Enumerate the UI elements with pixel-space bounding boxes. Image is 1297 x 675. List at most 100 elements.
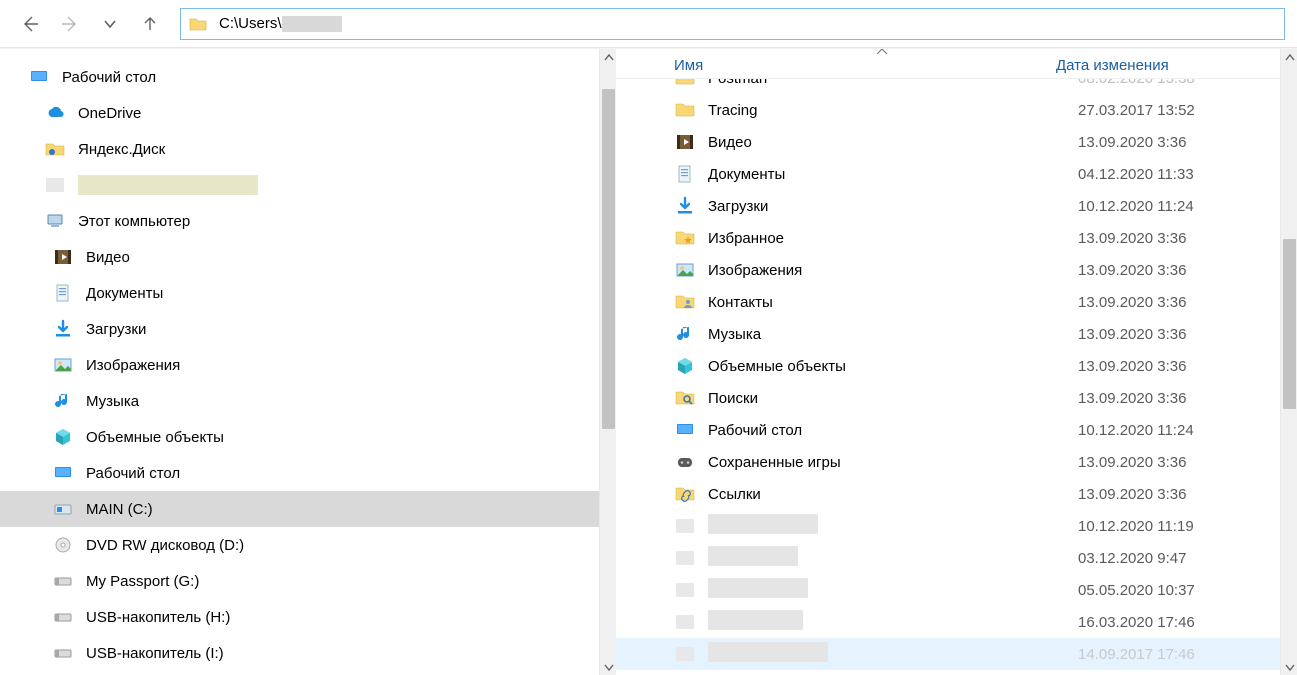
tree-item[interactable]: DVD RW дисковод (D:) [0,527,616,563]
file-name: Объемные объекты [708,358,1078,375]
column-date-label: Дата изменения [1056,57,1169,74]
scrollbar-thumb[interactable] [1283,239,1296,409]
file-row[interactable]: Видео13.09.2020 3:36 [616,126,1297,158]
tree-item[interactable]: Музыка [0,383,616,419]
file-name: Избранное [708,230,1078,247]
nav-scrollbar[interactable] [599,49,616,675]
navigation-pane: Рабочий стол OneDriveЯндекс.Диск Этот комп… [0,49,616,675]
file-row[interactable]: Поиски13.09.2020 3:36 [616,382,1297,414]
file-row[interactable]: Ссылки13.09.2020 3:36 [616,478,1297,510]
file-row[interactable]: Музыка13.09.2020 3:36 [616,318,1297,350]
file-date: 13.09.2020 3:36 [1078,454,1297,471]
onedrive-icon [44,102,66,124]
dvd-icon [52,534,74,556]
file-row[interactable]: Сохраненные игры13.09.2020 3:36 [616,446,1297,478]
list-scrollbar[interactable] [1280,49,1297,675]
tree-item-label: Рабочий стол [62,69,156,86]
file-name: Сохраненные игры [708,454,1078,471]
tree-item[interactable]: Загрузки [0,311,616,347]
tree-item-label: MAIN (C:) [86,501,153,518]
file-date: 14.09.2017 17:46 [1078,646,1297,663]
music-icon [674,323,696,345]
file-row[interactable]: Tracing27.03.2017 13:52 [616,94,1297,126]
redacted-text [708,514,818,534]
tree-item[interactable]: Документы [0,275,616,311]
tree-item-label: USB-накопитель (I:) [86,645,224,662]
contacts-icon [674,291,696,313]
file-row[interactable]: 16.03.2020 17:46 [616,606,1297,638]
file-row[interactable]: 10.12.2020 11:19 [616,510,1297,542]
links-icon [674,483,696,505]
file-name: Документы [708,166,1078,183]
column-header-date[interactable]: Дата изменения [1056,57,1297,74]
scroll-down-button[interactable] [1281,658,1297,675]
column-headers: Имя Дата изменения [616,49,1297,79]
file-date: 10.12.2020 11:24 [1078,422,1297,439]
nav-history-dropdown[interactable] [92,6,128,42]
folder-icon [189,15,207,33]
nav-back-button[interactable] [12,6,48,42]
file-row[interactable]: 05.05.2020 10:37 [616,574,1297,606]
file-name [708,546,1078,570]
file-name: Поиски [708,390,1078,407]
scroll-up-button[interactable] [1281,49,1297,66]
file-row[interactable]: Загрузки10.12.2020 11:24 [616,190,1297,222]
file-row[interactable]: Postman08.02.2020 13:38 [616,79,1297,94]
file-row[interactable]: 03.12.2020 9:47 [616,542,1297,574]
redacted-text [708,578,808,598]
nav-forward-button[interactable] [52,6,88,42]
objects3d-icon [52,426,74,448]
redacted-text [282,16,342,32]
file-date: 16.03.2020 17:46 [1078,614,1297,631]
tree-item[interactable]: Этот компьютер [0,203,616,239]
file-row[interactable]: Контакты13.09.2020 3:36 [616,286,1297,318]
address-bar[interactable]: C:\Users\ [180,8,1285,40]
tree-item[interactable]: Изображения [0,347,616,383]
redacted-icon [674,547,696,569]
file-row[interactable]: Рабочий стол10.12.2020 11:24 [616,414,1297,446]
tree-item[interactable]: OneDrive [0,95,616,131]
file-row[interactable]: Изображения13.09.2020 3:36 [616,254,1297,286]
objects3d-icon [674,355,696,377]
scrollbar-thumb[interactable] [602,89,615,429]
file-date: 27.03.2017 13:52 [1078,102,1297,119]
tree-item[interactable]: Рабочий стол [0,59,616,95]
file-date: 13.09.2020 3:36 [1078,134,1297,151]
documents-icon [52,282,74,304]
scroll-up-button[interactable] [600,49,616,66]
file-date: 08.02.2020 13:38 [1078,79,1297,87]
redacted-icon [674,611,696,633]
tree-item-label: Видео [86,249,130,266]
tree-item[interactable]: My Passport (G:) [0,563,616,599]
address-path: C:\Users\ [219,15,342,32]
tree-item-label: Этот компьютер [78,213,190,230]
tree-item-label: My Passport (G:) [86,573,199,590]
scroll-down-button[interactable] [600,658,616,675]
tree-item[interactable]: Яндекс.Диск [0,131,616,167]
file-name: Видео [708,134,1078,151]
desktop-icon [28,66,50,88]
tree-item-label: Музыка [86,393,139,410]
tree-item[interactable]: USB-накопитель (I:) [0,635,616,671]
sort-indicator-icon [876,49,888,56]
redacted-icon [674,579,696,601]
tree-item[interactable]: USB-накопитель (H:) [0,599,616,635]
tree-item-label: DVD RW дисковод (D:) [86,537,244,554]
tree-item[interactable] [0,167,616,203]
file-row[interactable]: Документы04.12.2020 11:33 [616,158,1297,190]
tree-item[interactable]: Рабочий стол [0,455,616,491]
file-row[interactable]: Избранное13.09.2020 3:36 [616,222,1297,254]
arrow-up-icon [141,15,159,33]
tree-item[interactable]: MAIN (C:) [0,491,616,527]
file-name: Postman [708,79,1078,87]
tree-item[interactable]: Видео [0,239,616,275]
file-row[interactable]: 14.09.2017 17:46 [616,638,1297,670]
tree-item[interactable]: Объемные объекты [0,419,616,455]
nav-up-button[interactable] [132,6,168,42]
toolbar: C:\Users\ [0,0,1297,48]
favorites-icon [674,227,696,249]
file-name: Контакты [708,294,1078,311]
file-date: 05.05.2020 10:37 [1078,582,1297,599]
file-row[interactable]: Объемные объекты13.09.2020 3:36 [616,350,1297,382]
column-header-name[interactable]: Имя [616,57,1056,74]
